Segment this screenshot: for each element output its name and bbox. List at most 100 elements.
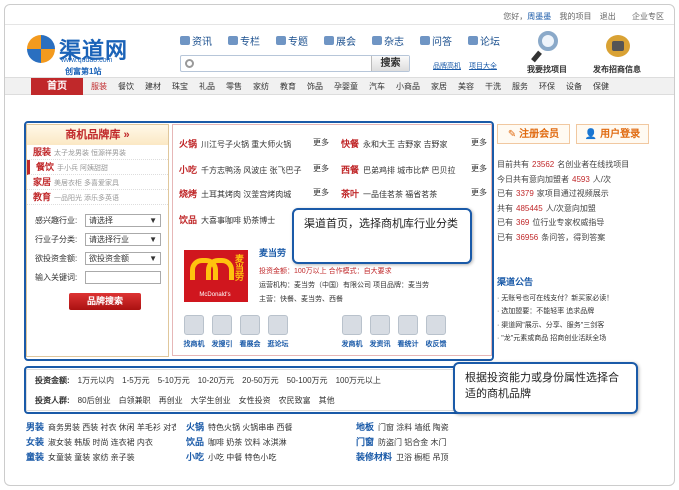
stat-line: 今日共有意向加盟者 4593 人/次: [497, 173, 649, 188]
search-link[interactable]: 品牌高机: [433, 63, 461, 70]
login-button[interactable]: 👤 用户登录: [576, 124, 649, 144]
directory-category[interactable]: 女装: [26, 437, 44, 447]
nav-news[interactable]: 资讯: [180, 33, 212, 48]
directory-category[interactable]: 小吃: [186, 452, 204, 462]
category-link[interactable]: 家纺: [253, 81, 269, 92]
category-link[interactable]: 礼品: [199, 81, 215, 92]
category-link[interactable]: 零售: [226, 81, 242, 92]
directory-cell: 火锅 特色火锅 火锅串串 西餐: [186, 420, 346, 435]
logo-domain: www.qudao.com: [61, 57, 113, 64]
search-icon: [185, 59, 194, 68]
directory-row: 男装 商务男装 西装 衬衣 休闲 羊毛衫 对衣 火锅 特色火锅 火锅串串 西餐 地板 门窗…: [26, 420, 656, 435]
category-link[interactable]: 建材: [145, 81, 161, 92]
nav-qa[interactable]: 问答: [420, 33, 452, 48]
announcement-text: 选加盟要：不能轻率 追求品牌: [501, 308, 595, 315]
directory-items[interactable]: 小吃 中餐 特色小吃: [208, 453, 276, 462]
site-logo[interactable]: 渠道网 www.qudao.com 创富第1站: [27, 35, 147, 76]
my-projects-link[interactable]: 我的项目: [560, 12, 592, 21]
announcement-item[interactable]: · 渠道网"展示、分享、服务"三剑客: [497, 319, 649, 333]
nav-label: 专题: [288, 37, 308, 48]
category-link[interactable]: 保健: [593, 81, 609, 92]
stat-number: 36956: [516, 232, 539, 242]
directory-cell: 童装 女童装 童装 家纺 亲子装: [26, 450, 176, 465]
logout-link[interactable]: 退出: [600, 12, 616, 21]
stat-number: 23562: [532, 160, 555, 169]
category-list: 服装 餐饮 建材 珠宝 礼品 零售 家纺 教育 饰品 孕婴童 汽车 小商品 家居 美容 干洗 服务 环保 设备 保健: [91, 81, 609, 92]
nav-topic[interactable]: 专题: [276, 33, 308, 48]
category-directory: 男装 商务男装 西装 衬衣 休闲 羊毛衫 对衣 火锅 特色火锅 火锅串串 西餐 地板 门窗…: [26, 420, 656, 465]
directory-category[interactable]: 门窗: [356, 437, 374, 447]
directory-cell: 装修材料 卫浴 橱柜 吊顶: [356, 450, 496, 465]
stat-line: 已有 36956 条问答，得到答案: [497, 231, 649, 246]
category-link[interactable]: 孕婴童: [334, 81, 358, 92]
directory-items[interactable]: 咖啡 奶茶 饮料 冰淇淋: [208, 438, 287, 447]
category-link[interactable]: 设备: [566, 81, 582, 92]
directory-cell: 男装 商务男装 西装 衬衣 休闲 羊毛衫 对衣: [26, 420, 176, 435]
directory-items[interactable]: 卫浴 橱柜 吊顶: [396, 453, 448, 462]
directory-items[interactable]: 女童装 童装 家纺 亲子装: [48, 453, 135, 462]
category-link[interactable]: 服务: [512, 81, 528, 92]
stat-number: 369: [516, 218, 530, 227]
stat-number: 4593: [572, 174, 590, 184]
publish-info-button[interactable]: 发布招商信息: [587, 31, 647, 75]
main-nav: 资讯 专栏 专题 展会 杂志 问答 论坛: [180, 33, 500, 48]
category-link[interactable]: 干洗: [485, 81, 501, 92]
directory-category[interactable]: 地板: [356, 422, 374, 432]
topic-icon: [276, 36, 286, 45]
directory-category[interactable]: 童装: [26, 452, 44, 462]
search-links: 品牌高机 项目大全: [433, 61, 503, 71]
category-link[interactable]: 教育: [280, 81, 296, 92]
search-link[interactable]: 项目大全: [469, 63, 497, 70]
enterprise-link[interactable]: 企业专区: [632, 12, 664, 21]
directory-items[interactable]: 特色火锅 火锅串串 西餐: [208, 423, 292, 432]
category-link[interactable]: 汽车: [369, 81, 385, 92]
column-icon: [228, 36, 238, 45]
announcement-text: 无账号也可在线支付？新买家必读！: [501, 294, 614, 302]
username-link[interactable]: 周墨墨: [527, 12, 551, 21]
directory-items[interactable]: 门窗 涂料 墙纸 陶瓷: [378, 423, 449, 432]
nav-expo[interactable]: 展会: [324, 33, 356, 48]
directory-items[interactable]: 防盗门 铝合金 木门: [378, 438, 446, 447]
announcement-list: · 无账号也可在线支付？新买家必读！ · 选加盟要：不能轻率 追求品牌 · 渠道网"…: [497, 292, 649, 346]
nav-forum[interactable]: 论坛: [468, 33, 500, 48]
stat-pre: 目前共有: [497, 160, 529, 169]
callout-brand-library: 渠道首页，选择商机库行业分类: [292, 208, 472, 264]
stat-post: 位行业专家权威指导: [532, 218, 605, 227]
directory-items[interactable]: 商务男装 西装 衬衣 休闲 羊毛衫 对衣: [48, 423, 176, 432]
callout-investment: 根据投资能力或身份属性选择合适的商机品牌: [453, 362, 638, 414]
category-link[interactable]: 饰品: [307, 81, 323, 92]
announcement-item[interactable]: · 选加盟要：不能轻率 追求品牌: [497, 305, 649, 319]
announcement-item[interactable]: · "龙"元素或商品 招商创业活跃全场: [497, 332, 649, 346]
search-button[interactable]: 搜索: [371, 56, 409, 71]
directory-cell: 小吃 小吃 中餐 特色小吃: [186, 450, 346, 465]
directory-category[interactable]: 男装: [26, 422, 44, 432]
directory-category[interactable]: 装修材料: [356, 452, 392, 462]
category-link[interactable]: 家居: [431, 81, 447, 92]
directory-category[interactable]: 饮品: [186, 437, 204, 447]
announcement-item[interactable]: · 无账号也可在线支付？新买家必读！: [497, 292, 649, 306]
stat-post: 人/次意向加盟: [545, 203, 596, 213]
stat-post: 家项目通过视频展示: [536, 189, 609, 198]
register-button[interactable]: ✎ 注册会员: [497, 124, 570, 144]
home-tab[interactable]: 首页: [31, 77, 83, 95]
user-icon: 👤: [584, 129, 601, 140]
stat-pre: 已有: [497, 218, 513, 227]
directory-items[interactable]: 淑女装 韩版 时尚 连衣裙 内衣: [48, 438, 153, 447]
category-link[interactable]: 美容: [458, 81, 474, 92]
stat-pre: 共有: [497, 203, 513, 213]
directory-category[interactable]: 火锅: [186, 422, 204, 432]
announcement-text: "龙"元素或商品 招商创业活跃全场: [501, 335, 607, 342]
nav-column[interactable]: 专栏: [228, 33, 260, 48]
edit-icon: ✎: [507, 129, 520, 140]
category-link[interactable]: 珠宝: [172, 81, 188, 92]
news-icon: [180, 36, 190, 45]
category-link[interactable]: 服装: [91, 81, 107, 92]
magazine-icon: [372, 36, 382, 45]
top-bar: 您好，周墨墨 我的项目 退出 企业专区: [5, 5, 674, 25]
category-link[interactable]: 餐饮: [118, 81, 134, 92]
category-link[interactable]: 小商品: [396, 81, 420, 92]
find-project-button[interactable]: 我要找项目: [517, 31, 577, 75]
nav-magazine[interactable]: 杂志: [372, 33, 404, 48]
stat-pre: 今日共有意向加盟者: [497, 174, 569, 184]
category-link[interactable]: 环保: [539, 81, 555, 92]
